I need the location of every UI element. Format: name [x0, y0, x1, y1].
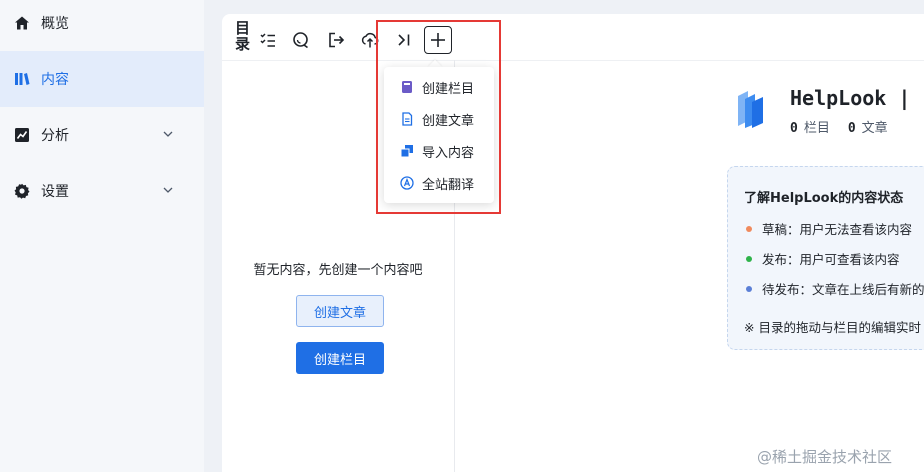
- brand-title: HelpLook |: [790, 86, 911, 110]
- content-stats: 0 栏目 0 文章: [790, 117, 888, 136]
- sidebar-item-content[interactable]: 内容: [0, 51, 204, 107]
- gear-icon: [14, 183, 30, 199]
- chevron-down-icon: [163, 131, 173, 137]
- status-draft: 草稿：用户无法查看该内容: [746, 219, 912, 238]
- checklist-icon: [260, 33, 275, 47]
- export-icon: [329, 32, 345, 48]
- sidebar-item-analytics[interactable]: 分析: [0, 107, 204, 163]
- content-icon: [14, 71, 30, 87]
- checklist-button[interactable]: [256, 28, 280, 52]
- sidebar-item-settings[interactable]: 设置: [0, 163, 204, 219]
- column-label: 栏目: [803, 121, 830, 136]
- catalog-title: 目录: [235, 19, 251, 53]
- status-text: 草稿：用户无法查看该内容: [762, 222, 913, 237]
- sidebar-item-label: 设置: [41, 184, 69, 200]
- info-note: ※ 目录的拖动与栏目的编辑实时: [744, 320, 921, 335]
- highlight-box: [376, 20, 501, 214]
- status-dot: [746, 255, 752, 262]
- status-dot: [746, 285, 752, 292]
- watermark: @稀土掘金技术社区: [757, 448, 893, 466]
- sidebar-item-label: 分析: [41, 128, 69, 144]
- chart-icon: [14, 127, 30, 143]
- status-published: 发布：用户可查看该内容: [746, 249, 900, 268]
- status-dot: [746, 225, 752, 232]
- status-pending: 待发布：文章在上线后有新的: [746, 279, 924, 298]
- article-count: 0: [847, 121, 856, 136]
- home-icon: [14, 15, 30, 31]
- sidebar: 概览 内容 分析 设置: [0, 0, 204, 472]
- create-article-button[interactable]: 创建文章: [296, 295, 384, 327]
- helplook-logo: [735, 88, 767, 128]
- status-text: 待发布：文章在上线后有新的: [762, 282, 924, 297]
- status-text: 发布：用户可查看该内容: [762, 252, 900, 267]
- chevron-down-icon: [163, 187, 173, 193]
- empty-state-message: 暂无内容，先创建一个内容吧: [253, 263, 423, 278]
- create-column-button[interactable]: 创建栏目: [296, 342, 384, 374]
- search-icon: [293, 32, 308, 49]
- sidebar-item-label: 概览: [41, 16, 69, 32]
- search-button[interactable]: [289, 28, 313, 52]
- article-label: 文章: [861, 121, 888, 136]
- export-button[interactable]: [324, 28, 348, 52]
- info-title: 了解HelpLook的内容状态: [744, 191, 904, 206]
- toolbar-divider: [222, 60, 924, 61]
- column-count: 0: [790, 121, 798, 136]
- sidebar-item-overview[interactable]: 概览: [0, 0, 204, 51]
- sidebar-item-label: 内容: [41, 72, 69, 88]
- content-status-card: 了解HelpLook的内容状态 草稿：用户无法查看该内容 发布：用户可查看该内容…: [727, 166, 924, 350]
